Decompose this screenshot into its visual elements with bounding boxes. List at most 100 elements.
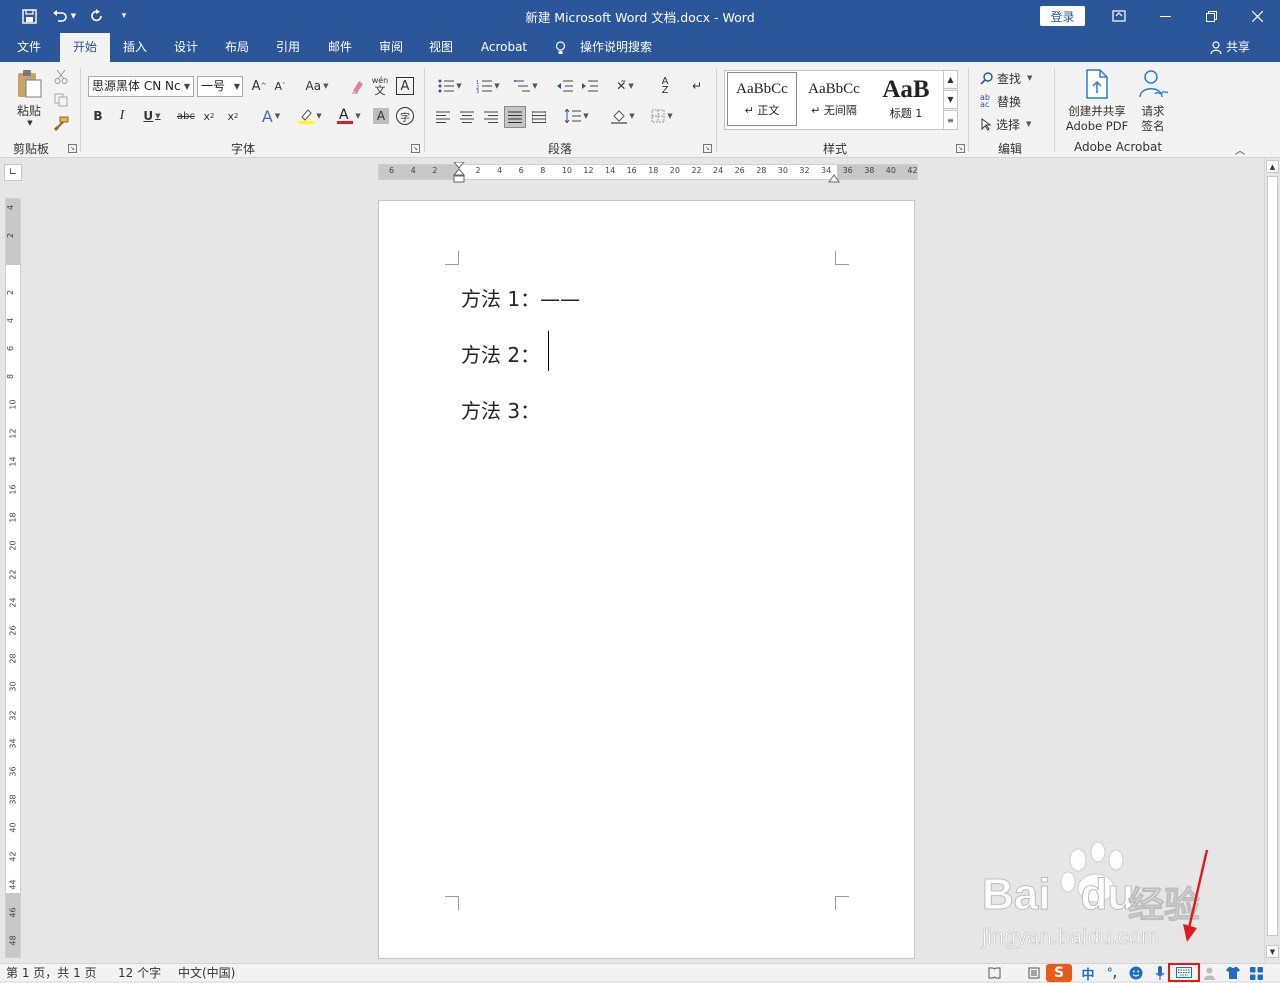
align-left-icon[interactable] bbox=[434, 108, 452, 126]
distributed-icon[interactable] bbox=[530, 108, 548, 126]
multilevel-list-icon[interactable]: ▼ bbox=[510, 76, 542, 96]
select-button[interactable]: 选择 ▼ bbox=[980, 115, 1044, 133]
request-signature-label-2[interactable]: 签名 bbox=[1136, 119, 1170, 133]
font-size-combo[interactable]: 一号 ▼ bbox=[197, 76, 243, 97]
ime-mode-indicator[interactable]: 中 bbox=[1080, 964, 1096, 983]
tab-file[interactable]: 文件 bbox=[6, 33, 52, 62]
style-normal[interactable]: AaBbCc ↵ 正文 bbox=[727, 72, 797, 126]
word-count[interactable]: 12 个字 bbox=[118, 965, 161, 981]
replace-button[interactable]: ab ac 替换 bbox=[980, 92, 1044, 110]
numbering-icon[interactable]: 1 2 3 ▼ bbox=[472, 76, 504, 96]
sort-icon[interactable]: AZ bbox=[656, 76, 674, 96]
superscript-icon[interactable]: x2 bbox=[225, 106, 241, 126]
page-count[interactable]: 第 1 页，共 1 页 bbox=[6, 965, 97, 981]
share-button[interactable]: 共享 bbox=[1210, 33, 1260, 62]
scroll-up-icon[interactable]: ▲ bbox=[1266, 160, 1279, 173]
increase-indent-icon[interactable] bbox=[580, 76, 600, 96]
align-right-icon[interactable] bbox=[482, 108, 500, 126]
cut-icon[interactable] bbox=[52, 68, 70, 86]
change-case-button[interactable]: Aa ▼ bbox=[300, 76, 334, 96]
font-color-icon[interactable]: A ▼ bbox=[333, 106, 365, 126]
style-no-spacing[interactable]: AaBbCc ↵ 无间隔 bbox=[799, 72, 869, 126]
character-shading-icon[interactable]: A bbox=[373, 108, 389, 124]
styles-scroll-up-icon[interactable]: ▲ bbox=[944, 70, 958, 89]
tab-layout[interactable]: 布局 bbox=[216, 33, 258, 62]
font-name-combo[interactable]: 思源黑体 CN Nc ▼ bbox=[88, 76, 194, 97]
language-indicator[interactable]: 中文(中国) bbox=[178, 965, 235, 981]
paste-icon[interactable] bbox=[12, 68, 46, 100]
paragraph-launcher-icon[interactable]: ↘ bbox=[703, 144, 712, 153]
read-mode-icon[interactable] bbox=[987, 964, 1001, 982]
tab-review[interactable]: 审阅 bbox=[370, 33, 412, 62]
create-pdf-icon[interactable] bbox=[1082, 68, 1112, 100]
clipboard-launcher-icon[interactable]: ↘ bbox=[68, 144, 77, 153]
print-layout-icon[interactable] bbox=[1027, 964, 1041, 982]
soft-keyboard-icon[interactable] bbox=[1168, 963, 1200, 982]
align-center-icon[interactable] bbox=[458, 108, 476, 126]
tell-me-search[interactable]: 操作说明搜索 bbox=[580, 33, 660, 62]
tab-home[interactable]: 开始 bbox=[60, 33, 110, 62]
tab-insert[interactable]: 插入 bbox=[114, 33, 156, 62]
character-border-icon[interactable]: A bbox=[396, 77, 414, 95]
copy-icon[interactable] bbox=[52, 91, 70, 109]
decrease-indent-icon[interactable] bbox=[555, 76, 575, 96]
find-button[interactable]: 查找 ▼ bbox=[980, 69, 1044, 87]
collapse-ribbon-icon[interactable]: ︿ bbox=[1232, 142, 1248, 157]
line-spacing-icon[interactable]: ▼ bbox=[560, 106, 594, 126]
bold-icon[interactable]: B bbox=[90, 106, 106, 126]
justify-icon[interactable] bbox=[504, 106, 526, 128]
scroll-thumb[interactable] bbox=[1267, 176, 1278, 936]
format-painter-icon[interactable] bbox=[52, 114, 70, 132]
toolbox-icon[interactable] bbox=[1248, 964, 1264, 982]
document-page[interactable]: 方法 1：—— 方法 2： 方法 3： bbox=[378, 200, 915, 959]
paragraph-method-2[interactable]: 方法 2： bbox=[461, 339, 540, 368]
shrink-font-icon[interactable]: Aˇ bbox=[271, 76, 289, 96]
tab-view[interactable]: 视图 bbox=[420, 33, 462, 62]
styles-more-icon[interactable]: ≡ bbox=[944, 110, 958, 130]
font-launcher-icon[interactable]: ↘ bbox=[411, 144, 420, 153]
shading-icon[interactable]: ▼ bbox=[606, 106, 640, 126]
style-heading-1[interactable]: AaB 标题 1 bbox=[871, 72, 941, 126]
close-icon[interactable] bbox=[1234, 0, 1280, 32]
paragraph-method-3[interactable]: 方法 3： bbox=[461, 395, 540, 424]
paste-label[interactable]: 粘贴 bbox=[10, 102, 48, 118]
underline-icon[interactable]: U ▼ bbox=[138, 106, 166, 126]
show-marks-icon[interactable]: ↵ bbox=[688, 76, 706, 96]
vertical-ruler[interactable]: 4 2 2 4 6 8 10 12 14 16 18 20 22 24 26 28 30 32 34 36 38 40 42… bbox=[5, 198, 21, 958]
subscript-icon[interactable]: x2 bbox=[201, 106, 217, 126]
right-indent-marker-icon[interactable] bbox=[828, 172, 840, 183]
tab-mailings[interactable]: 邮件 bbox=[319, 33, 361, 62]
tab-design[interactable]: 设计 bbox=[165, 33, 207, 62]
sogou-ime-icon[interactable]: S bbox=[1046, 964, 1072, 982]
user-icon[interactable] bbox=[1202, 964, 1216, 982]
request-signature-icon[interactable] bbox=[1136, 68, 1170, 100]
text-effects-icon[interactable]: A ▼ bbox=[256, 106, 286, 126]
paragraph-method-1[interactable]: 方法 1：—— bbox=[461, 283, 580, 312]
styles-launcher-icon[interactable]: ↘ bbox=[956, 144, 965, 153]
create-pdf-label-1[interactable]: 创建并共享 bbox=[1060, 104, 1134, 118]
tab-acrobat[interactable]: Acrobat bbox=[474, 33, 534, 62]
bullets-icon[interactable]: ▼ bbox=[434, 76, 466, 96]
paste-dropdown-icon[interactable]: ▼ bbox=[22, 118, 38, 128]
create-pdf-label-2[interactable]: Adobe PDF bbox=[1060, 119, 1134, 133]
phonetic-guide-icon[interactable]: wén 文 bbox=[370, 74, 390, 98]
indent-marker-icon[interactable] bbox=[452, 161, 466, 183]
highlight-color-icon[interactable]: ▼ bbox=[294, 106, 326, 126]
login-button[interactable]: 登录 bbox=[1040, 6, 1085, 26]
styles-scroll-down-icon[interactable]: ▼ bbox=[944, 90, 958, 109]
tab-stop-selector-icon[interactable]: ∟ bbox=[4, 164, 22, 181]
grow-font-icon[interactable]: A ^ bbox=[250, 76, 268, 96]
skin-icon[interactable] bbox=[1224, 964, 1242, 982]
ime-punct-indicator[interactable]: °, bbox=[1104, 964, 1120, 982]
chinese-layout-icon[interactable]: ✕̃ ▼ bbox=[608, 76, 642, 96]
restore-icon[interactable] bbox=[1188, 0, 1234, 32]
ribbon-display-options-icon[interactable] bbox=[1096, 0, 1142, 32]
scroll-down-icon[interactable]: ▼ bbox=[1266, 945, 1279, 958]
microphone-icon[interactable] bbox=[1152, 964, 1168, 982]
strikethrough-icon[interactable]: abc bbox=[175, 106, 197, 126]
tab-references[interactable]: 引用 bbox=[267, 33, 309, 62]
borders-icon[interactable]: ▼ bbox=[645, 106, 679, 126]
emoji-icon[interactable] bbox=[1128, 964, 1144, 982]
vertical-scrollbar[interactable]: ▲ ▼ bbox=[1264, 158, 1280, 963]
minimize-icon[interactable] bbox=[1142, 0, 1188, 32]
